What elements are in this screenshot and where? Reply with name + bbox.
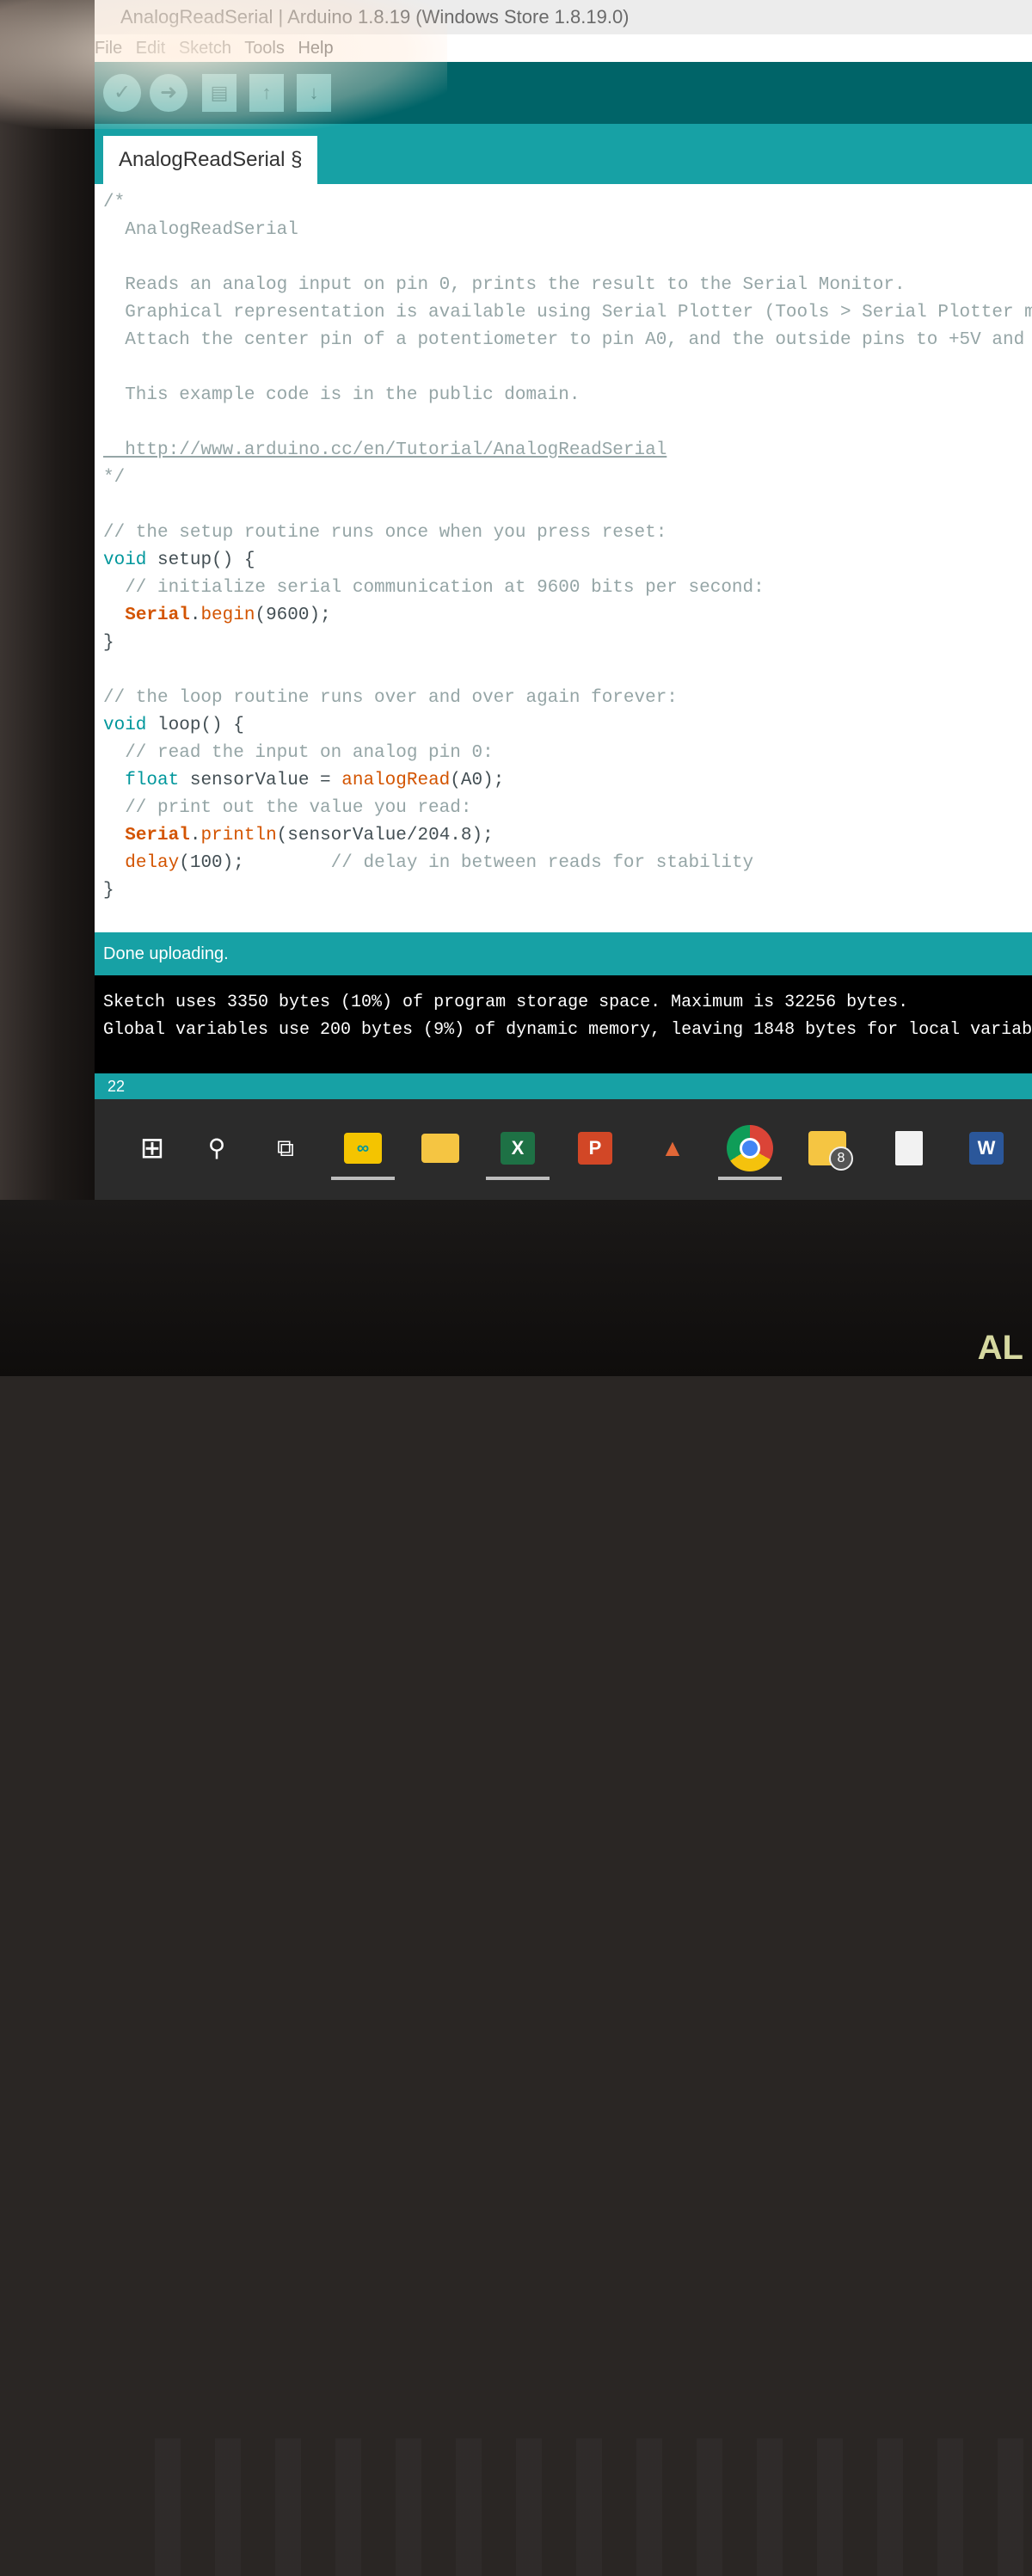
notes-icon: 8	[808, 1131, 853, 1171]
sticker-logo: AL	[977, 1329, 1023, 1367]
search-icon[interactable]: ⚲	[194, 1125, 240, 1171]
code-line: }	[103, 881, 114, 901]
verify-button[interactable]: ✓	[103, 74, 141, 112]
upload-button[interactable]: ➜	[150, 74, 187, 112]
menu-bar: File Edit Sketch Tools Help	[95, 34, 1032, 62]
open-button[interactable]: ↑	[249, 74, 284, 112]
code-line: // read the input on analog pin 0:	[103, 743, 494, 763]
code-line: }	[103, 633, 114, 653]
code-token: begin	[200, 606, 255, 625]
code-line: Serial.begin(9600);	[125, 606, 331, 625]
code-line: // initialize serial communication at 96…	[103, 578, 765, 598]
notification-badge: 8	[829, 1147, 853, 1171]
console-line: Sketch uses 3350 bytes (10%) of program …	[103, 993, 909, 1012]
menu-tools[interactable]: Tools	[244, 39, 285, 58]
menu-help[interactable]: Help	[298, 39, 333, 58]
menu-edit[interactable]: Edit	[136, 39, 165, 58]
code-line: // print out the value you read:	[103, 798, 472, 818]
code-line: void setup() {	[103, 550, 255, 570]
code-token: setup() {	[157, 550, 255, 570]
line-number-indicator: 22	[95, 1073, 1032, 1099]
code-line: Serial.println(sensorValue/204.8);	[125, 826, 494, 845]
windows-taskbar: ⊞ ⚲ ⧉ ∞ X P ▲ 8 W	[95, 1099, 1032, 1200]
code-line: void loop() {	[103, 716, 244, 735]
code-token: analogRead	[341, 771, 451, 790]
monitor-bezel-left	[0, 0, 95, 1376]
code-token: loop() {	[157, 716, 244, 735]
code-editor[interactable]: /* AnalogReadSerial Reads an analog inpu…	[95, 184, 1032, 932]
new-button[interactable]: ▤	[202, 74, 236, 112]
code-line: /*	[103, 193, 126, 212]
code-line: */	[103, 468, 126, 488]
console-line: Global variables use 200 bytes (9%) of d…	[103, 1020, 1032, 1040]
code-line: This example code is in the public domai…	[103, 385, 580, 405]
arduino-icon: ∞	[344, 1133, 382, 1164]
tab-strip: AnalogReadSerial §	[95, 124, 1032, 184]
monitor-bezel-bottom: AL	[0, 1200, 1032, 2576]
taskbar-excel[interactable]: X	[486, 1125, 550, 1180]
down-arrow-icon: ↓	[309, 82, 319, 103]
code-token: // delay in between reads for stability	[330, 853, 754, 873]
folder-icon	[421, 1134, 459, 1163]
save-button[interactable]: ↓	[297, 74, 331, 112]
menu-file[interactable]: File	[95, 39, 122, 58]
code-line: delay(100); // delay in between reads fo…	[125, 853, 754, 873]
taskbar-matlab[interactable]: ▲	[649, 1125, 696, 1171]
right-arrow-icon: ➜	[159, 81, 178, 104]
taskbar-file-explorer[interactable]	[417, 1125, 464, 1171]
tab-analogreadserial[interactable]: AnalogReadSerial §	[103, 136, 318, 184]
up-arrow-icon: ↑	[261, 82, 272, 103]
code-line: // the setup routine runs once when you …	[103, 523, 667, 543]
code-token: void	[103, 550, 147, 570]
document-icon	[895, 1131, 923, 1165]
tutorial-link[interactable]: http://www.arduino.cc/en/Tutorial/Analog…	[103, 440, 666, 460]
taskbar-powerpoint[interactable]: P	[572, 1125, 618, 1171]
taskbar-arduino[interactable]: ∞	[331, 1125, 395, 1180]
code-line: Attach the center pin of a potentiometer…	[103, 330, 1032, 350]
toolbar: ✓ ➜ ▤ ↑ ↓	[95, 62, 1032, 124]
taskbar-file[interactable]	[886, 1125, 932, 1171]
code-line: AnalogReadSerial	[103, 220, 298, 240]
powerpoint-icon: P	[578, 1132, 612, 1165]
windows-start-icon[interactable]: ⊞	[129, 1125, 175, 1171]
output-console[interactable]: Sketch uses 3350 bytes (10%) of program …	[95, 975, 1032, 1073]
taskbar-chrome[interactable]	[718, 1125, 782, 1180]
excel-icon: X	[501, 1132, 535, 1165]
code-token: println	[200, 826, 277, 845]
matlab-icon: ▲	[660, 1134, 685, 1161]
status-bar: Done uploading.	[95, 932, 1032, 975]
code-token: Serial	[125, 606, 190, 625]
code-token: void	[103, 716, 147, 735]
code-line: // the loop routine runs over and over a…	[103, 688, 678, 708]
code-line: Reads an analog input on pin 0, prints t…	[103, 275, 906, 295]
code-token: Serial	[125, 826, 190, 845]
task-view-icon[interactable]: ⧉	[262, 1125, 309, 1171]
code-token: float	[125, 771, 180, 790]
word-icon: W	[969, 1132, 1004, 1165]
menu-sketch[interactable]: Sketch	[179, 39, 231, 58]
arduino-ide-window: AnalogReadSerial | Arduino 1.8.19 (Windo…	[95, 0, 1032, 1200]
code-token: delay	[125, 853, 180, 873]
check-icon: ✓	[113, 81, 132, 104]
window-title: AnalogReadSerial | Arduino 1.8.19 (Windo…	[95, 0, 1032, 34]
code-line: float sensorValue = analogRead(A0);	[125, 771, 505, 790]
code-line: Graphical representation is available us…	[103, 303, 1032, 323]
taskbar-word[interactable]: W	[963, 1125, 1010, 1171]
chrome-icon	[727, 1125, 773, 1171]
new-file-icon: ▤	[210, 82, 229, 103]
taskbar-sticky-notes[interactable]: 8	[804, 1125, 853, 1171]
keyboard-reflection	[155, 2438, 1032, 2576]
